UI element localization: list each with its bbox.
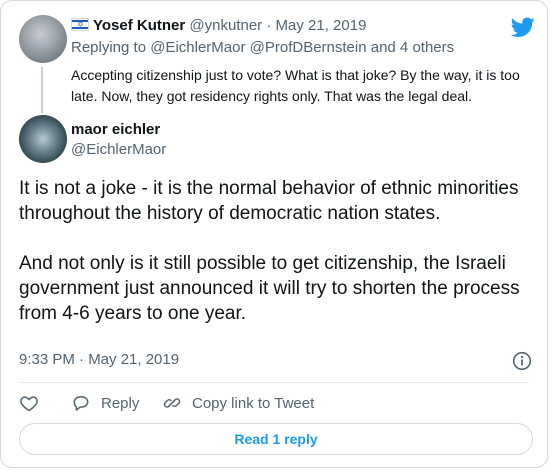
tweet-text: It is not a joke - it is the normal beha… [19,178,520,324]
author-name[interactable]: maor eichler [71,121,160,138]
thread-line [41,67,43,113]
parent-separator: · [262,17,276,34]
reply-label: Reply [101,394,140,412]
reply-button[interactable]: Reply [71,393,139,413]
author-avatar[interactable] [19,115,67,163]
parent-avatar[interactable] [19,15,67,63]
parent-header: ✡ Yosef Kutner @ynkutner · May 21, 2019 [71,17,366,34]
tweet-timestamp[interactable]: 9:33 PM · May 21, 2019 [19,351,179,368]
parent-author-name[interactable]: Yosef Kutner [93,17,185,34]
parent-author-handle[interactable]: @ynkutner [189,17,262,34]
parent-tweet-text: Accepting citizenship just to vote? What… [71,67,520,104]
israel-flag-icon: ✡ [71,18,89,31]
copy-link-button[interactable]: Copy link to Tweet [162,393,314,413]
parent-date[interactable]: May 21, 2019 [276,17,367,34]
reply-icon [73,396,89,411]
twitter-bird-icon[interactable] [511,15,535,39]
read-replies-button[interactable]: Read 1 reply [19,423,533,455]
author-handle[interactable]: @EichlerMaor [71,141,166,158]
like-button[interactable] [19,393,39,413]
copy-link-label: Copy link to Tweet [192,394,315,412]
heart-icon [20,396,38,412]
tweet-card: ✡ Yosef Kutner @ynkutner · May 21, 2019 R… [0,0,548,468]
replying-to[interactable]: Replying to @EichlerMaor @ProfDBernstein… [71,39,454,56]
info-icon[interactable] [512,351,532,371]
link-icon [163,398,181,408]
divider [19,382,529,383]
